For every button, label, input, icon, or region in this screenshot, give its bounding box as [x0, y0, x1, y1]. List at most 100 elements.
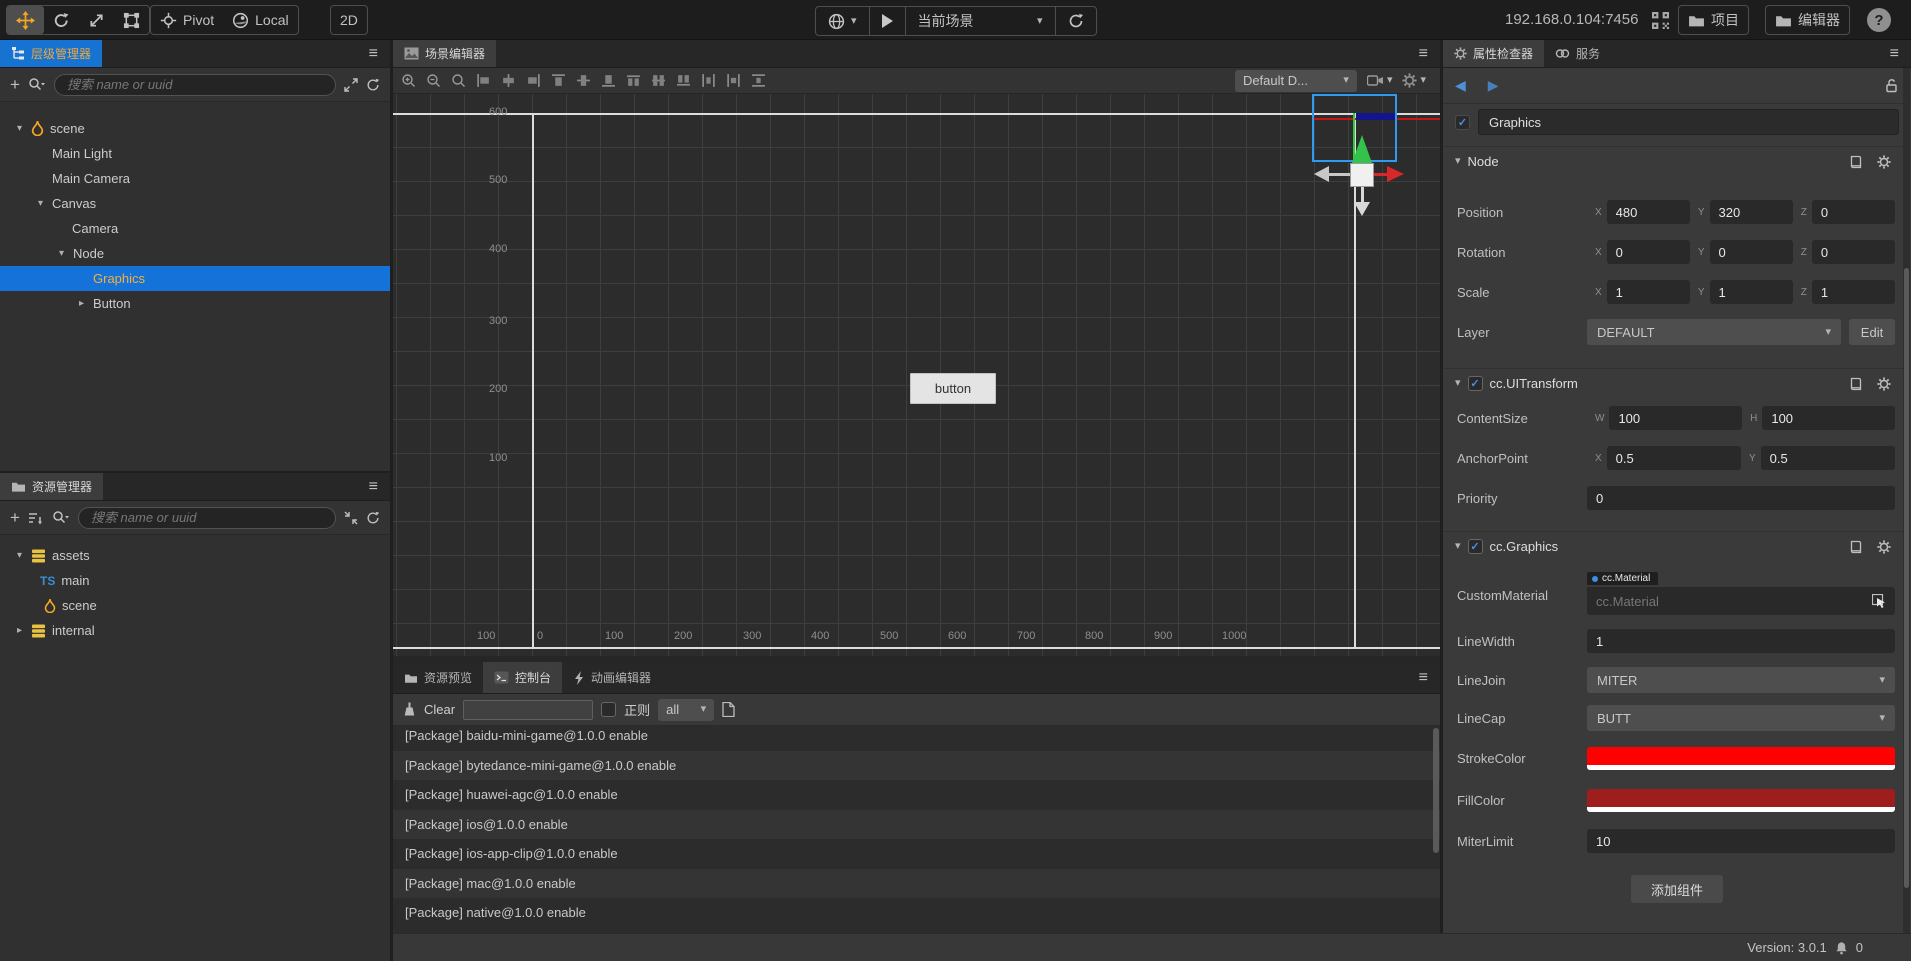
distribute-v-icon[interactable]	[651, 73, 666, 88]
line-join-dropdown[interactable]: MITER ▾	[1587, 667, 1895, 693]
rect-tool-button[interactable]	[114, 6, 149, 34]
log-level-dropdown[interactable]: all ▾	[658, 698, 715, 721]
log-row[interactable]: [Package] native@1.0.0 enable	[393, 898, 1440, 928]
gizmo-y-arrow[interactable]	[1352, 135, 1372, 163]
tab-animation-editor[interactable]: 动画编辑器	[562, 662, 662, 693]
tree-row-internal[interactable]: ▸ internal	[0, 618, 390, 643]
log-row[interactable]: [Package] bytedance-mini-game@1.0.0 enab…	[393, 750, 1440, 780]
assets-menu-button[interactable]: ≡	[357, 473, 390, 500]
open-project-button[interactable]: 项目	[1678, 5, 1749, 35]
scene-settings-dropdown[interactable]: ▾	[1402, 73, 1426, 88]
expand-all-icon[interactable]	[344, 77, 358, 92]
caret-down-icon[interactable]: ▾	[14, 123, 25, 134]
tab-inspector[interactable]: 属性检查器	[1443, 40, 1545, 67]
uitransform-section-header[interactable]: ▾ ✓ cc.UITransform	[1443, 368, 1911, 398]
distribute-h-icon[interactable]	[626, 73, 641, 88]
log-row[interactable]: [Package] huawei-agc@1.0.0 enable	[393, 780, 1440, 810]
play-button[interactable]	[870, 7, 906, 35]
console-filter-input[interactable]	[463, 699, 594, 720]
refresh-icon[interactable]	[366, 78, 380, 92]
tree-row-scene-asset[interactable]: scene	[0, 593, 390, 618]
hierarchy-menu-button[interactable]: ≡	[357, 40, 390, 67]
tab-assets[interactable]: 资源管理器	[0, 473, 104, 500]
node-name-input[interactable]	[1478, 109, 1899, 135]
scale-z-input[interactable]	[1811, 280, 1896, 304]
graphics-enabled-checkbox[interactable]: ✓	[1467, 539, 1483, 554]
caret-down-icon[interactable]: ▾	[1455, 378, 1461, 389]
help-button[interactable]: ?	[1867, 8, 1891, 32]
scene-viewport[interactable]: 100 0 100 200 300 400 500 600 700 800 90…	[393, 94, 1440, 656]
nav-back-button[interactable]: ◀	[1455, 77, 1466, 94]
caret-down-icon[interactable]: ▾	[1455, 541, 1461, 552]
zoom-out-icon[interactable]	[426, 73, 441, 88]
console-menu-button[interactable]: ≡	[1407, 662, 1440, 693]
custom-material-field[interactable]: cc.Material	[1587, 587, 1895, 615]
2d-toggle-button[interactable]: 2D	[331, 6, 367, 34]
align-center-h-icon[interactable]	[501, 73, 516, 88]
layer-dropdown[interactable]: DEFAULT ▾	[1587, 319, 1841, 345]
gizmo-center-handle[interactable]	[1350, 163, 1374, 187]
console-log-list[interactable]: [Package] baidu-mini-game@1.0.0 enable […	[393, 726, 1440, 933]
spread-v-icon[interactable]	[726, 73, 741, 88]
miter-limit-input[interactable]	[1587, 829, 1895, 853]
gizmo-x-arrow[interactable]	[1387, 166, 1404, 182]
gear-icon[interactable]	[1877, 376, 1891, 391]
fill-color-swatch[interactable]	[1587, 788, 1895, 812]
search-filter-icon[interactable]	[52, 510, 70, 525]
scene-button-node[interactable]: button	[910, 373, 996, 404]
tree-row-graphics[interactable]: Graphics	[0, 266, 390, 291]
graphics-section-header[interactable]: ▾ ✓ cc.Graphics	[1443, 531, 1911, 561]
tree-row-main-light[interactable]: Main Light	[0, 141, 390, 166]
docs-book-icon[interactable]	[1849, 540, 1863, 554]
sort-icon[interactable]	[28, 511, 44, 525]
rotate-tool-button[interactable]	[44, 6, 79, 34]
qr-code-icon[interactable]	[1652, 12, 1669, 29]
hierarchy-search-input[interactable]	[53, 73, 336, 96]
align-right-icon[interactable]	[526, 73, 541, 88]
caret-down-icon[interactable]: ▾	[56, 248, 67, 259]
tree-row-main-ts[interactable]: TS main	[0, 568, 390, 593]
caret-down-icon[interactable]: ▾	[35, 198, 46, 209]
regex-checkbox[interactable]	[601, 702, 617, 717]
display-mode-dropdown[interactable]: Default D... ▾	[1234, 69, 1357, 92]
caret-down-icon[interactable]: ▾	[1455, 156, 1461, 167]
scale-tool-button[interactable]	[79, 6, 114, 34]
content-size-w-input[interactable]	[1609, 406, 1743, 430]
zoom-reset-icon[interactable]	[451, 73, 466, 88]
tab-service[interactable]: 服务	[1544, 40, 1611, 67]
open-log-file-icon[interactable]	[722, 702, 735, 717]
tab-console[interactable]: 控制台	[483, 662, 563, 693]
anchor-x-input[interactable]	[1606, 446, 1741, 470]
scene-menu-button[interactable]: ≡	[1407, 40, 1440, 67]
caret-right-icon[interactable]: ▸	[14, 625, 25, 636]
inspector-menu-button[interactable]: ≡	[1878, 40, 1911, 67]
create-asset-button[interactable]: +	[10, 509, 20, 526]
tree-row-assets[interactable]: ▾ assets	[0, 543, 390, 568]
anchor-y-input[interactable]	[1760, 446, 1895, 470]
gizmo-down-arrow[interactable]	[1354, 202, 1370, 216]
refresh-icon[interactable]	[366, 511, 380, 525]
current-scene-dropdown[interactable]: 当前场景 ▾	[906, 7, 1056, 35]
node-active-checkbox[interactable]: ✓	[1455, 114, 1470, 130]
open-editor-button[interactable]: 编辑器	[1765, 5, 1850, 35]
align-left-icon[interactable]	[476, 73, 491, 88]
position-y-input[interactable]	[1709, 200, 1793, 224]
content-size-h-input[interactable]	[1762, 406, 1895, 430]
layer-edit-button[interactable]: Edit	[1849, 319, 1895, 345]
align-middle-icon[interactable]	[576, 73, 591, 88]
bell-icon[interactable]	[1835, 941, 1848, 955]
scale-y-input[interactable]	[1709, 280, 1793, 304]
tab-scene-editor[interactable]: 场景编辑器	[393, 40, 497, 67]
distribute-center-icon[interactable]	[676, 73, 691, 88]
gear-icon[interactable]	[1877, 539, 1891, 554]
position-z-input[interactable]	[1811, 200, 1896, 224]
collapse-all-icon[interactable]	[344, 511, 358, 525]
priority-input[interactable]	[1587, 486, 1895, 510]
camera-view-dropdown[interactable]: ▾	[1366, 74, 1392, 87]
scale-x-input[interactable]	[1606, 280, 1690, 304]
asset-picker-icon[interactable]	[1872, 594, 1886, 608]
stroke-color-swatch[interactable]	[1587, 746, 1895, 770]
move-tool-button[interactable]	[7, 6, 44, 34]
caret-right-icon[interactable]: ▸	[76, 298, 87, 309]
tab-asset-preview[interactable]: 资源预览	[393, 662, 483, 693]
